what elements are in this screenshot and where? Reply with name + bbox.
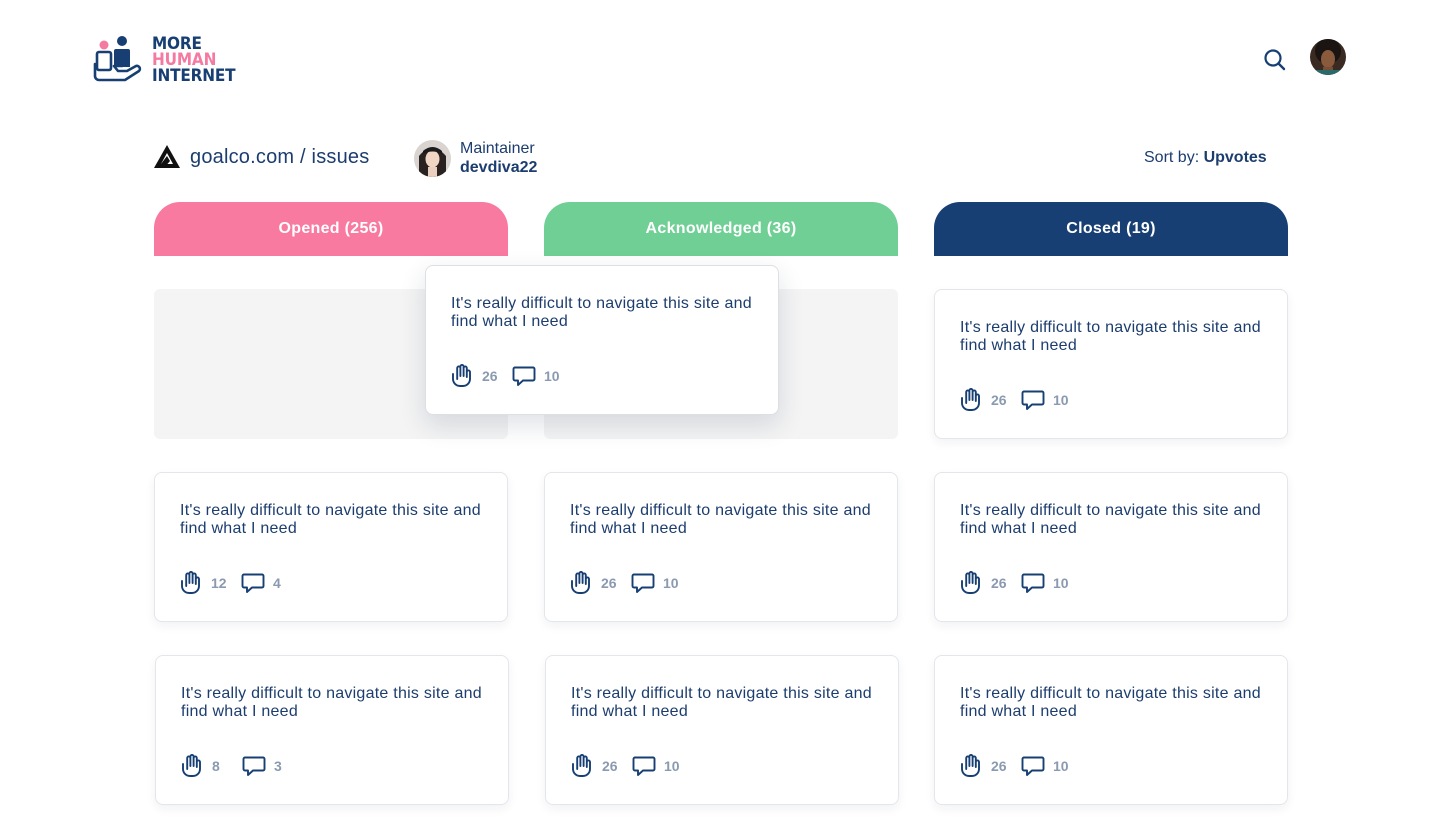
avatar-photo-icon — [1310, 39, 1346, 75]
comment-button[interactable]: 10 — [1021, 755, 1069, 777]
upvote-count: 26 — [601, 575, 617, 591]
upvote-button[interactable]: 26 — [959, 753, 1021, 779]
upvote-button[interactable]: 26 — [959, 387, 1021, 413]
search-button[interactable] — [1262, 47, 1288, 73]
comment-button[interactable]: 3 — [242, 755, 282, 777]
comment-bubble-icon — [512, 366, 536, 386]
comment-count: 3 — [274, 758, 282, 774]
issue-card[interactable]: It's really difficult to navigate this s… — [154, 472, 508, 622]
brand-line-3: INTERNET — [152, 66, 236, 86]
comment-bubble-icon — [242, 756, 266, 776]
issue-text: It's really difficult to navigate this s… — [180, 502, 481, 537]
issue-card[interactable]: It's really difficult to navigate this s… — [934, 655, 1288, 805]
issue-card[interactable]: It's really difficult to navigate this s… — [934, 472, 1288, 622]
upvote-count: 26 — [991, 758, 1007, 774]
raised-hand-icon — [571, 571, 590, 594]
upvote-button[interactable]: 26 — [569, 570, 631, 596]
comment-button[interactable]: 10 — [512, 365, 560, 387]
comment-button[interactable]: 10 — [1021, 389, 1069, 411]
issue-text: It's really difficult to navigate this s… — [571, 685, 872, 720]
issue-text: It's really difficult to navigate this s… — [960, 685, 1261, 720]
maintainer-photo-icon — [414, 139, 451, 177]
comment-button[interactable]: 10 — [631, 572, 679, 594]
brand-wordmark: MORE HUMAN INTERNET — [152, 36, 236, 86]
project-path: goalco.com / issues — [190, 145, 370, 168]
issue-card[interactable]: It's really difficult to navigate this s… — [544, 472, 898, 622]
maintainer-role: Maintainer — [460, 140, 535, 157]
maintainer-avatar — [414, 139, 451, 177]
column-header-closed[interactable]: Closed (19) — [934, 202, 1288, 256]
comment-bubble-icon — [1021, 756, 1045, 776]
raised-hand-icon — [572, 754, 591, 777]
upvote-count: 26 — [991, 392, 1007, 408]
upvote-count: 26 — [482, 368, 498, 384]
hands-logo-icon — [93, 36, 142, 82]
comment-count: 10 — [544, 368, 560, 384]
sort-label: Sort by: — [1144, 149, 1204, 166]
comment-count: 10 — [664, 758, 680, 774]
issue-card[interactable]: It's really difficult to navigate this s… — [155, 655, 509, 805]
comment-bubble-icon — [632, 756, 656, 776]
dragging-issue-card[interactable]: It's really difficult to navigate this s… — [425, 265, 779, 415]
column-header-acknowledged[interactable]: Acknowledged (36) — [544, 202, 898, 256]
upvote-count: 26 — [991, 575, 1007, 591]
raised-hand-icon — [181, 571, 200, 594]
comment-button[interactable]: 10 — [632, 755, 680, 777]
brand-logo[interactable]: MORE HUMAN INTERNET — [92, 34, 245, 86]
user-avatar[interactable] — [1310, 39, 1346, 75]
column-header-opened[interactable]: Opened (256) — [154, 202, 508, 256]
comment-button[interactable]: 4 — [241, 572, 281, 594]
issue-text: It's really difficult to navigate this s… — [451, 295, 752, 330]
comment-bubble-icon — [1021, 573, 1045, 593]
goalco-logo-icon — [154, 145, 180, 168]
maintainer-info[interactable]: Maintainer devdiva22 — [414, 139, 537, 177]
upvote-button[interactable]: 26 — [450, 363, 512, 389]
raised-hand-icon — [452, 364, 471, 387]
project-breadcrumb[interactable]: goalco.com / issues — [153, 143, 369, 171]
sort-value: Upvotes — [1203, 149, 1267, 166]
upvote-count: 12 — [211, 575, 227, 591]
comment-button[interactable]: 10 — [1021, 572, 1069, 594]
raised-hand-icon — [182, 754, 201, 777]
issue-card[interactable]: It's really difficult to navigate this s… — [934, 289, 1288, 439]
upvote-count: 26 — [602, 758, 618, 774]
upvote-button[interactable]: 12 — [179, 570, 241, 596]
comment-count: 10 — [1053, 575, 1069, 591]
raised-hand-icon — [961, 388, 980, 411]
comment-count: 10 — [1053, 758, 1069, 774]
issue-text: It's really difficult to navigate this s… — [960, 502, 1261, 537]
issue-text: It's really difficult to navigate this s… — [181, 685, 482, 720]
maintainer-name: devdiva22 — [460, 159, 538, 176]
upvote-count: 8 — [212, 758, 220, 774]
upvote-button[interactable]: 26 — [570, 753, 632, 779]
upvote-button[interactable]: 26 — [959, 570, 1021, 596]
issue-text: It's really difficult to navigate this s… — [960, 319, 1261, 354]
upvote-button[interactable]: 8 — [180, 753, 242, 779]
comment-bubble-icon — [631, 573, 655, 593]
comment-bubble-icon — [241, 573, 265, 593]
issue-text: It's really difficult to navigate this s… — [570, 502, 871, 537]
raised-hand-icon — [961, 754, 980, 777]
comment-count: 4 — [273, 575, 281, 591]
comment-bubble-icon — [1021, 390, 1045, 410]
sort-control[interactable]: Sort by: Upvotes — [1144, 149, 1267, 167]
comment-count: 10 — [1053, 392, 1069, 408]
issue-card[interactable]: It's really difficult to navigate this s… — [545, 655, 899, 805]
search-icon — [1264, 49, 1286, 71]
raised-hand-icon — [961, 571, 980, 594]
comment-count: 10 — [663, 575, 679, 591]
